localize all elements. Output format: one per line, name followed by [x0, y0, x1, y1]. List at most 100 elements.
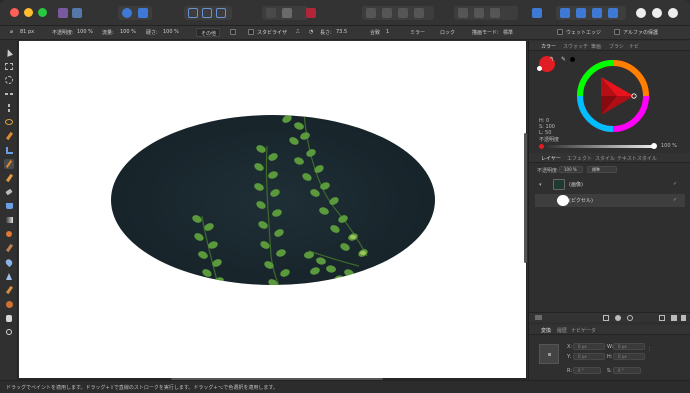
delete-layer-icon[interactable]	[681, 315, 686, 321]
w-field[interactable]: 0 px	[613, 343, 645, 350]
arrange-front-icon[interactable]	[414, 8, 424, 18]
pixel-tool-icon[interactable]	[4, 173, 14, 183]
group-icon[interactable]	[671, 315, 677, 321]
help-icon[interactable]	[668, 8, 678, 18]
tab-color[interactable]: カラー	[541, 43, 556, 50]
minimize-window-button[interactable]	[24, 8, 33, 17]
dodge-icon[interactable]	[4, 229, 14, 239]
tab-navigator[interactable]: ナビ	[629, 43, 639, 50]
tab-styles[interactable]: スタイル	[595, 155, 615, 162]
mode-value[interactable]: 1	[386, 29, 389, 35]
flow-value[interactable]: 100 %	[120, 29, 136, 35]
adjustment-icon[interactable]	[615, 315, 621, 321]
secondary-color-swatch[interactable]	[537, 66, 542, 71]
tab-stroke[interactable]: 筆画	[591, 43, 601, 50]
persona-share-icon[interactable]	[72, 8, 82, 18]
hsl-color-wheel[interactable]	[576, 59, 650, 133]
quick-mask-icon[interactable]	[282, 8, 292, 18]
add-icon[interactable]	[458, 8, 468, 18]
navigator-icon[interactable]	[122, 8, 132, 18]
persona-photo-icon[interactable]	[58, 8, 68, 18]
align-left-icon[interactable]	[532, 8, 542, 18]
r-field[interactable]: 0 °	[573, 367, 601, 374]
x-field[interactable]: 0 px	[573, 343, 605, 350]
paint-brush-icon[interactable]	[4, 159, 14, 169]
s-field[interactable]: 0 °	[613, 367, 641, 374]
distribute-icon[interactable]	[608, 8, 618, 18]
anchor-selector[interactable]	[539, 344, 559, 364]
wet-edges-checkbox[interactable]	[557, 29, 563, 35]
live-filter-icon[interactable]	[627, 315, 633, 321]
red-eye-icon[interactable]	[4, 299, 14, 309]
link-icon[interactable]: ⫶	[649, 347, 650, 353]
tab-transform[interactable]: 変換	[541, 327, 551, 334]
canvas-area[interactable]	[19, 41, 527, 380]
ellipse-marquee-icon[interactable]	[4, 75, 14, 85]
selection-brush-icon[interactable]	[4, 131, 14, 141]
intersect-icon[interactable]	[490, 8, 500, 18]
align-icon[interactable]	[216, 8, 226, 18]
arrange-backward-icon[interactable]	[382, 8, 392, 18]
zoom-tool-icon[interactable]	[4, 327, 14, 337]
window-mode-icon[interactable]: ◔	[309, 29, 313, 35]
color-ball-icon[interactable]	[570, 57, 575, 62]
opacity-value[interactable]: 100 %	[77, 29, 93, 35]
layer-blend-dropdown[interactable]: 標準	[587, 166, 617, 173]
arrange-forward-icon[interactable]	[398, 8, 408, 18]
hand-tool-icon[interactable]	[4, 313, 14, 323]
brush-options-icon[interactable]	[230, 29, 236, 35]
protect-alpha-checkbox[interactable]	[614, 29, 620, 35]
rect-marquee-icon[interactable]	[4, 61, 14, 71]
layer-row[interactable]: (ピクセル) ✓	[535, 194, 685, 207]
studio-icon[interactable]	[636, 8, 646, 18]
marquee-icon[interactable]	[266, 8, 276, 18]
gradient-icon[interactable]	[4, 215, 14, 225]
sharpen-brush-icon[interactable]	[4, 271, 14, 281]
rope-icon[interactable]: ⎍	[296, 29, 300, 35]
blur-brush-icon[interactable]	[4, 257, 14, 267]
tab-brushes[interactable]: ブラシ	[609, 43, 624, 50]
tab-layers[interactable]: レイヤー	[541, 155, 561, 162]
subtract-icon[interactable]	[474, 8, 484, 18]
layers-menu-icon[interactable]	[535, 315, 542, 320]
arrange-back-icon[interactable]	[366, 8, 376, 18]
layer-opacity-field[interactable]: 100 %	[559, 166, 583, 173]
y-field[interactable]: 0 px	[573, 353, 605, 360]
align-middle-icon[interactable]	[576, 8, 586, 18]
blend-value[interactable]: 標準	[503, 29, 513, 36]
swap-colors-icon[interactable]: ↰	[549, 56, 554, 63]
expand-chevron-icon[interactable]: ▾	[539, 182, 542, 188]
erase-brush-icon[interactable]	[4, 187, 14, 197]
tab-text-styles[interactable]: テキストスタイル	[617, 155, 657, 162]
snap-icon[interactable]	[188, 8, 198, 18]
close-window-button[interactable]	[10, 8, 19, 17]
document-page[interactable]	[19, 41, 526, 378]
more-button[interactable]: その他	[196, 28, 220, 37]
move-tool-icon[interactable]	[4, 47, 14, 57]
tab-swatches[interactable]: スウォッチ	[563, 43, 588, 50]
flood-fill-icon[interactable]	[4, 201, 14, 211]
vertical-scrollbar[interactable]	[524, 133, 527, 263]
lasso-icon[interactable]	[4, 117, 14, 127]
align-top-icon[interactable]	[560, 8, 570, 18]
length-value[interactable]: 73.5	[336, 29, 347, 35]
row-marquee-icon[interactable]	[4, 89, 14, 99]
column-marquee-icon[interactable]	[4, 103, 14, 113]
align-bottom-icon[interactable]	[592, 8, 602, 18]
add-mask-icon[interactable]	[603, 315, 609, 321]
healing-brush-icon[interactable]	[4, 285, 14, 295]
opacity-percent[interactable]: 100 %	[661, 143, 677, 149]
visibility-check-icon[interactable]: ✓	[673, 181, 677, 187]
h-field[interactable]: 0 px	[613, 353, 645, 360]
brush-size-value[interactable]: 81 px	[20, 29, 34, 35]
preferences-icon[interactable]	[652, 8, 662, 18]
ellipse-photo[interactable]	[19, 41, 526, 378]
tab-history[interactable]: 履歴	[557, 327, 567, 334]
tab-transform-navigator[interactable]: ナビゲータ	[571, 327, 596, 334]
layer-row[interactable]: ▾ (画像) ✓	[535, 178, 685, 191]
brush-mode-icon[interactable]	[306, 8, 316, 18]
crop-tool-icon[interactable]	[4, 145, 14, 155]
brush-size-icon[interactable]: ⌀	[10, 29, 13, 35]
tab-effects[interactable]: エフェクト	[567, 155, 592, 162]
hardness-value[interactable]: 100 %	[163, 29, 179, 35]
